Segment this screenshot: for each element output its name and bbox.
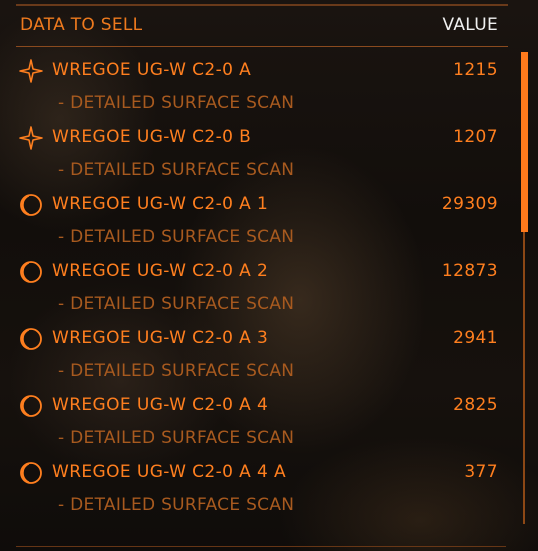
data-value: 377 — [464, 462, 498, 482]
list-item[interactable]: WREGOE UG-W C2-0 A 1215 - DETAILED SURFA… — [16, 54, 506, 121]
body-name: WREGOE UG-W C2-0 A 2 — [52, 261, 269, 281]
star-icon — [19, 126, 43, 150]
body-name: WREGOE UG-W C2-0 A 3 — [52, 328, 269, 348]
body-name: WREGOE UG-W C2-0 A 4 A — [52, 462, 287, 482]
column-header-value: VALUE — [442, 15, 498, 35]
list-item[interactable]: WREGOE UG-W C2-0 A 4 A 377 - DETAILED SU… — [16, 456, 506, 523]
data-to-sell-panel: DATA TO SELL VALUE WREGOE UG-W C2-0 A 12… — [0, 0, 538, 551]
list-item[interactable]: WREGOE UG-W C2-0 A 3 2941 - DETAILED SUR… — [16, 322, 506, 389]
data-row[interactable]: WREGOE UG-W C2-0 A 2 12873 — [16, 255, 506, 289]
column-header-data: DATA TO SELL — [20, 15, 143, 35]
planet-icon — [20, 328, 42, 350]
data-list: WREGOE UG-W C2-0 A 1215 - DETAILED SURFA… — [16, 54, 506, 523]
planet-icon — [20, 395, 42, 417]
data-value: 2941 — [453, 328, 498, 348]
data-value: 1215 — [453, 60, 498, 80]
data-value: 12873 — [441, 261, 498, 281]
bottom-divider — [16, 546, 506, 547]
list-item[interactable]: WREGOE UG-W C2-0 A 1 29309 - DETAILED SU… — [16, 188, 506, 255]
scrollbar[interactable] — [521, 52, 528, 524]
planet-icon — [20, 194, 42, 216]
top-divider — [16, 4, 508, 6]
planet-icon — [20, 261, 42, 283]
body-name: WREGOE UG-W C2-0 A — [52, 60, 252, 80]
list-item[interactable]: WREGOE UG-W C2-0 A 2 12873 - DETAILED SU… — [16, 255, 506, 322]
scan-type: - DETAILED SURFACE SCAN — [58, 361, 295, 381]
list-item[interactable]: WREGOE UG-W C2-0 A 4 2825 - DETAILED SUR… — [16, 389, 506, 456]
list-item[interactable]: WREGOE UG-W C2-0 B 1207 - DETAILED SURFA… — [16, 121, 506, 188]
data-row[interactable]: WREGOE UG-W C2-0 A 4 A 377 — [16, 456, 506, 490]
data-row[interactable]: WREGOE UG-W C2-0 A 1215 — [16, 54, 506, 88]
data-row[interactable]: WREGOE UG-W C2-0 A 4 2825 — [16, 389, 506, 423]
data-row[interactable]: WREGOE UG-W C2-0 A 1 29309 — [16, 188, 506, 222]
scrollbar-thumb[interactable] — [521, 52, 528, 232]
planet-icon — [20, 462, 42, 484]
star-icon — [19, 59, 43, 83]
scrollbar-track[interactable] — [523, 232, 525, 524]
scan-type: - DETAILED SURFACE SCAN — [58, 495, 295, 515]
body-name: WREGOE UG-W C2-0 A 1 — [52, 194, 269, 214]
body-name: WREGOE UG-W C2-0 B — [52, 127, 252, 147]
header-divider — [16, 46, 508, 47]
data-value: 2825 — [453, 395, 498, 415]
data-value: 1207 — [453, 127, 498, 147]
body-name: WREGOE UG-W C2-0 A 4 — [52, 395, 269, 415]
scan-type: - DETAILED SURFACE SCAN — [58, 160, 295, 180]
data-row[interactable]: WREGOE UG-W C2-0 B 1207 — [16, 121, 506, 155]
scan-type: - DETAILED SURFACE SCAN — [58, 93, 295, 113]
data-row[interactable]: WREGOE UG-W C2-0 A 3 2941 — [16, 322, 506, 356]
data-value: 29309 — [441, 194, 498, 214]
scan-type: - DETAILED SURFACE SCAN — [58, 428, 295, 448]
scan-type: - DETAILED SURFACE SCAN — [58, 294, 295, 314]
scan-type: - DETAILED SURFACE SCAN — [58, 227, 295, 247]
